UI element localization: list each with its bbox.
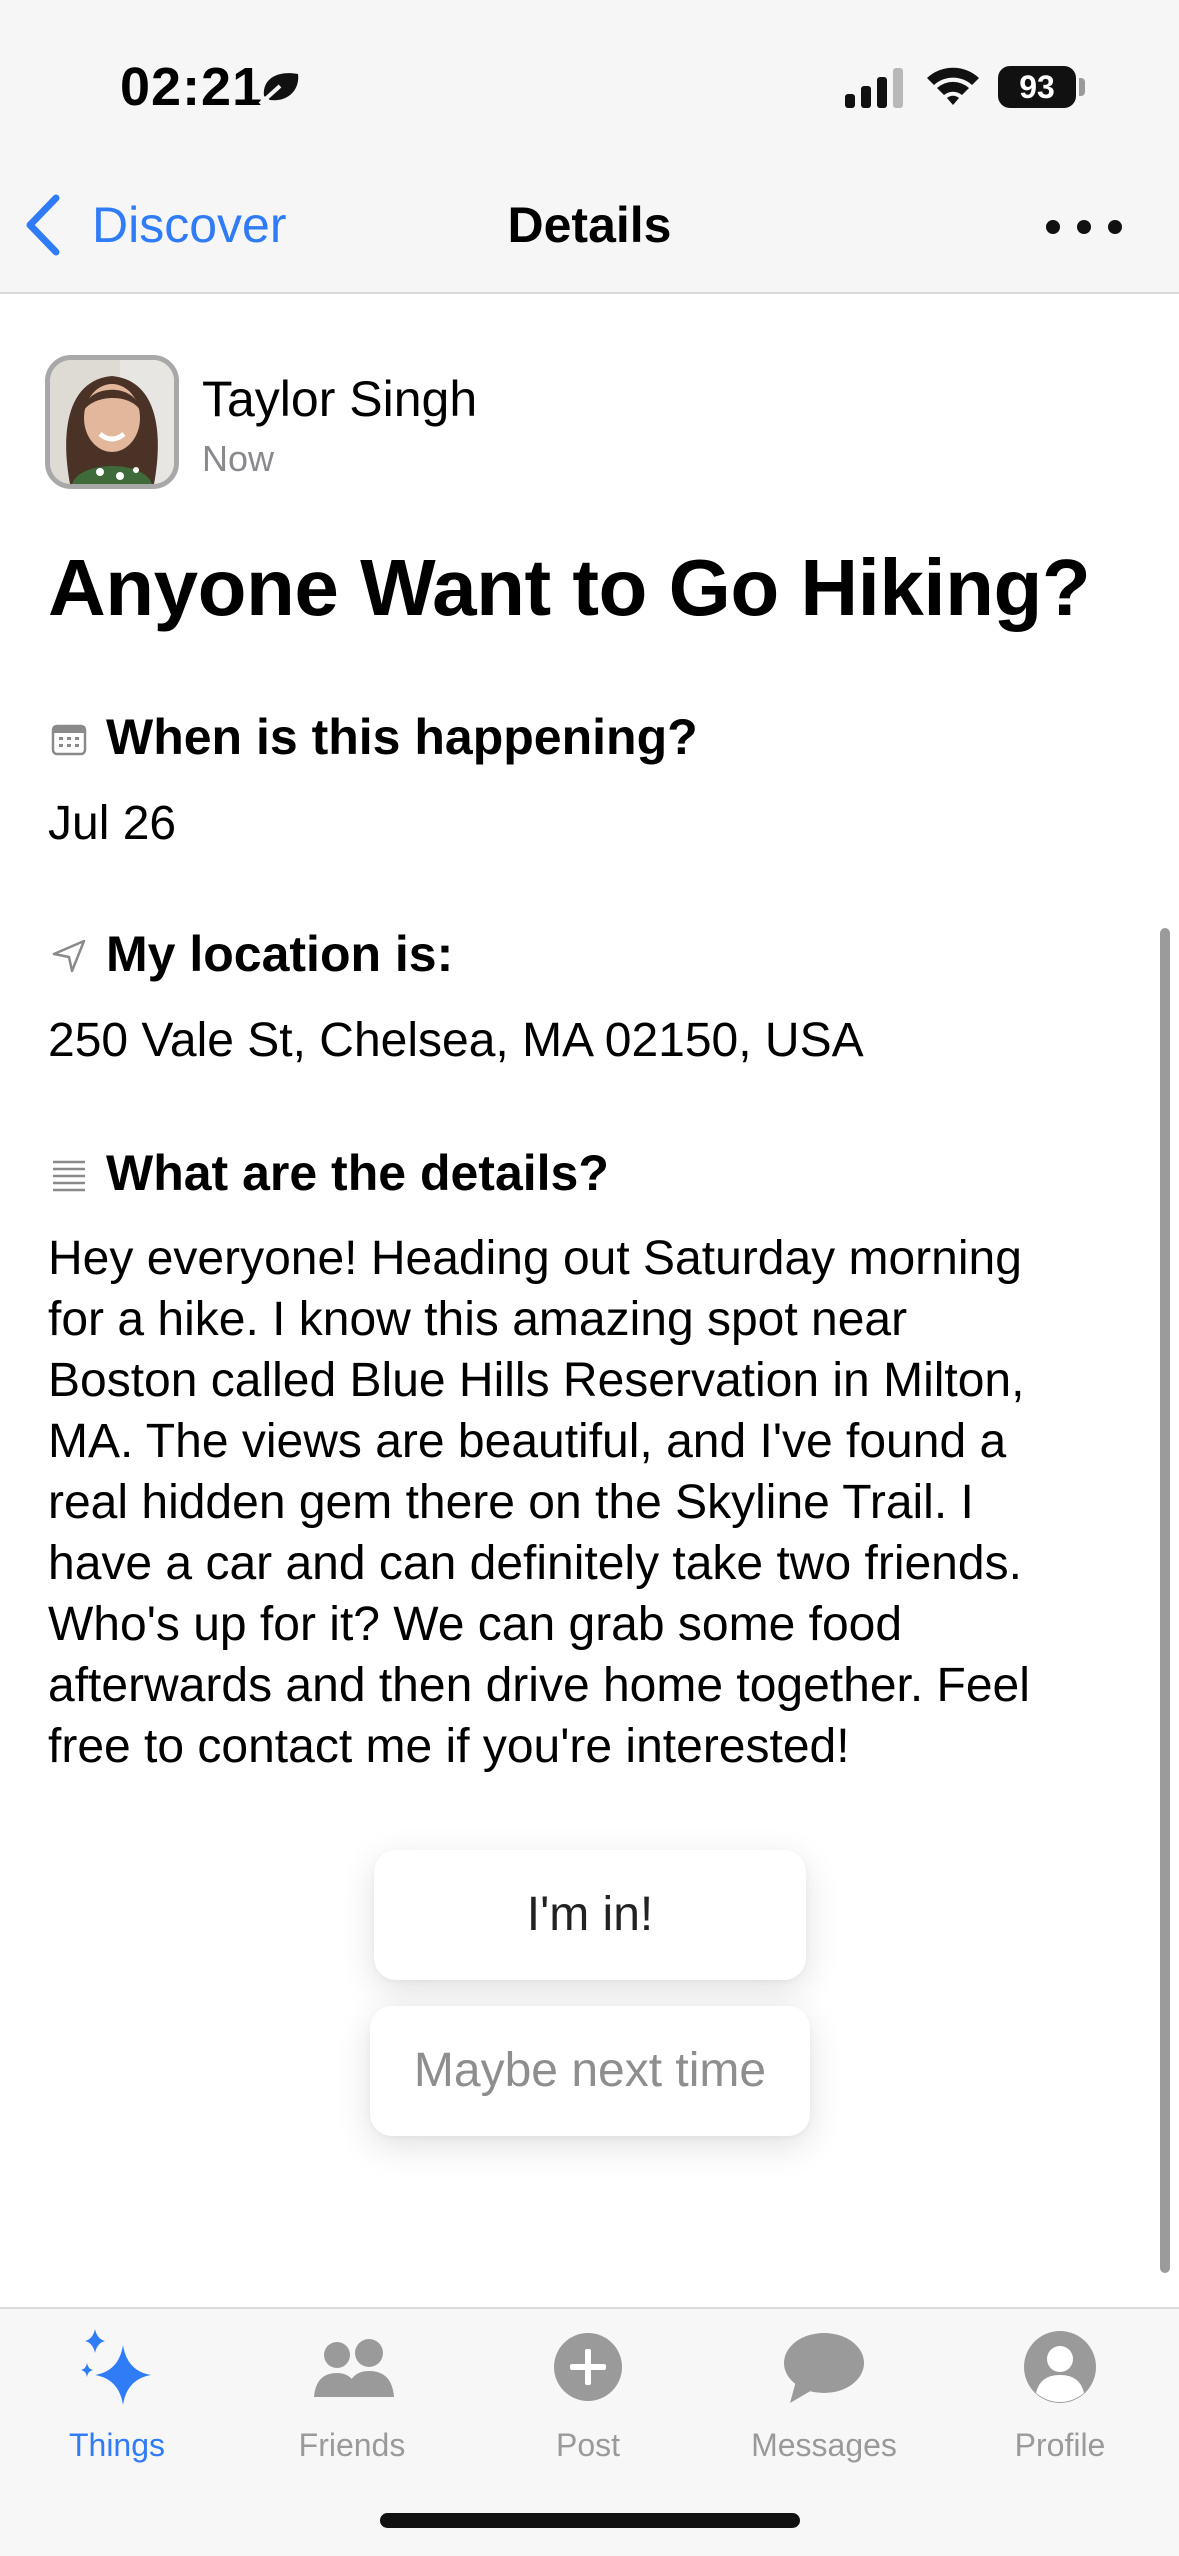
top-bar: 02:21 93 Discover Details bbox=[0, 0, 1179, 294]
details-line: Hey everyone! Heading out Saturday morni… bbox=[48, 1232, 1022, 1285]
scrollbar[interactable] bbox=[1160, 928, 1170, 2273]
tab-label: Friends bbox=[298, 2427, 406, 2463]
details-line: MA. The views are beautiful, and I've fo… bbox=[48, 1415, 1007, 1468]
tab-label: Things bbox=[68, 2427, 166, 2463]
ellipsis-icon bbox=[1046, 220, 1060, 234]
details-screen: 02:21 93 Discover Details Taylor Singh N… bbox=[0, 0, 1179, 2556]
calendar-icon bbox=[51, 724, 87, 756]
sparkles-icon bbox=[81, 2329, 151, 2405]
post-title: Anyone Want to Go Hiking? bbox=[48, 543, 1091, 632]
post-time: Now bbox=[202, 438, 275, 479]
tab-profile[interactable]: Profile bbox=[960, 2309, 1160, 2509]
home-indicator[interactable] bbox=[380, 2513, 800, 2528]
details-text: Hey everyone! Heading out Saturday morni… bbox=[48, 1228, 1148, 1777]
details-line: Who's up for it? We can grab some food bbox=[48, 1598, 903, 1651]
status-time: 02:21 bbox=[120, 57, 264, 117]
focus-moon-icon bbox=[258, 73, 299, 106]
plus-circle-icon bbox=[554, 2333, 622, 2401]
tab-label: Profile bbox=[1014, 2427, 1106, 2463]
location-label: My location is: bbox=[106, 926, 454, 982]
location-value[interactable]: 250 Vale St, Chelsea, MA 02150, USA bbox=[48, 1013, 864, 1068]
avatar-photo bbox=[50, 360, 174, 484]
avatar[interactable] bbox=[45, 355, 179, 489]
maybe-next-time-button[interactable]: Maybe next time bbox=[370, 2006, 810, 2136]
cellular-signal-icon bbox=[845, 68, 903, 108]
when-value: Jul 26 bbox=[48, 797, 177, 850]
page-title: Details bbox=[507, 197, 672, 253]
tab-things[interactable]: Things bbox=[17, 2309, 217, 2509]
when-label: When is this happening? bbox=[106, 709, 698, 765]
wifi-icon bbox=[927, 67, 979, 105]
details-line: Boston called Blue Hills Reservation in … bbox=[48, 1354, 1025, 1407]
battery-icon: 93 bbox=[998, 66, 1076, 108]
details-line: afterwards and then drive home together.… bbox=[48, 1659, 1030, 1712]
people-icon bbox=[314, 2339, 394, 2397]
details-line: real hidden gem there on the Skyline Tra… bbox=[48, 1476, 974, 1529]
more-options-button[interactable] bbox=[1046, 212, 1122, 242]
person-circle-icon bbox=[1024, 2331, 1096, 2403]
tab-label: Post bbox=[555, 2427, 621, 2463]
tab-label: Messages bbox=[751, 2427, 897, 2463]
tab-post[interactable]: Post bbox=[488, 2309, 688, 2509]
battery-nub bbox=[1079, 78, 1085, 96]
im-in-button[interactable]: I'm in! bbox=[374, 1850, 806, 1980]
details-line: for a hike. I know this amazing spot nea… bbox=[48, 1293, 908, 1346]
author-name[interactable]: Taylor Singh bbox=[202, 370, 477, 428]
chat-bubble-icon bbox=[784, 2333, 864, 2403]
details-label: What are the details? bbox=[106, 1145, 609, 1201]
text-lines-icon bbox=[53, 1160, 85, 1192]
tab-messages[interactable]: Messages bbox=[724, 2309, 924, 2509]
details-line: have a car and can definitely take two f… bbox=[48, 1537, 1022, 1590]
tab-friends[interactable]: Friends bbox=[252, 2309, 452, 2509]
details-line: free to contact me if you're interested! bbox=[48, 1720, 850, 1773]
location-arrow-icon bbox=[52, 939, 86, 973]
